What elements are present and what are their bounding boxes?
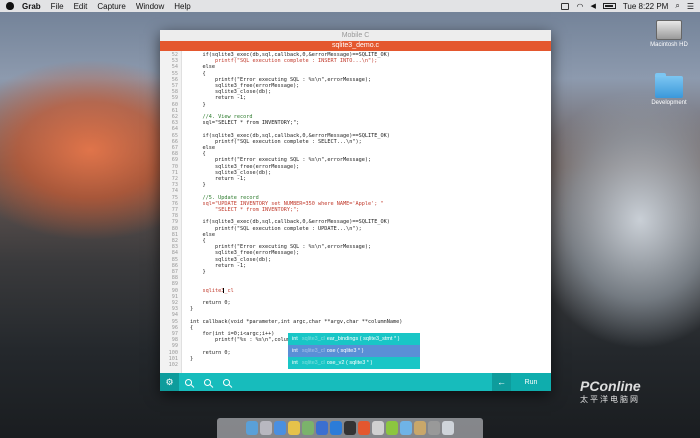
xcode-icon[interactable] (316, 421, 328, 435)
completion-text: ear_bindings ( sqlite3_stmt * ) (326, 336, 400, 342)
volume-icon[interactable]: ◀ (590, 2, 595, 10)
desktop-icon-label: Macintosh HD (650, 42, 688, 48)
settings-button[interactable]: ⚙ (160, 373, 179, 391)
zoom-out-button[interactable] (198, 373, 217, 391)
spotlight-icon[interactable]: ⌕ (675, 1, 679, 11)
menu-edit[interactable]: Edit (74, 2, 88, 11)
notes-app-icon[interactable] (414, 421, 426, 435)
wifi-icon[interactable]: ◠ (576, 2, 583, 11)
downloads-icon[interactable] (428, 421, 440, 435)
watermark-brand: PConline (580, 378, 641, 394)
trash-icon[interactable] (442, 421, 454, 435)
autocomplete-item[interactable]: int sqlite3_cl ose_v2 ( sqlite3 * ) (288, 357, 420, 369)
autocomplete-popup: int sqlite3_cl ear_bindings ( sqlite3_stmt… (288, 333, 420, 369)
return-type: int (292, 360, 298, 366)
desktop-icon-development[interactable]: Development (644, 73, 694, 106)
notification-center-icon[interactable]: ☰ (687, 2, 694, 11)
desktop-icon-hd[interactable]: Macintosh HD (644, 20, 694, 48)
zoom-in-button[interactable] (179, 373, 198, 391)
menu-window[interactable]: Window (136, 2, 164, 11)
vscode-icon[interactable] (330, 421, 342, 435)
line-number: 102 (168, 362, 178, 368)
apple-icon[interactable] (6, 2, 14, 10)
autocomplete-item[interactable]: int sqlite3_cl ear_bindings ( sqlite3_stmt… (288, 333, 420, 345)
search-icon (223, 378, 230, 386)
desktop-icon-label: Development (651, 100, 687, 106)
code-editor[interactable]: 52 if(sqlite3_exec(db,sql,callback,0,&er… (160, 51, 551, 373)
app-icon[interactable] (386, 421, 398, 435)
terminal-icon[interactable] (344, 421, 356, 435)
status-area: ◠ ◀ Tue 8:22 PM ⌕ ☰ (561, 1, 700, 11)
autocomplete-item[interactable]: int sqlite3_cl ose ( sqlite3 * ) (288, 345, 420, 357)
launchpad-icon[interactable] (260, 421, 272, 435)
zoom-out-icon (204, 378, 211, 386)
notes-icon[interactable] (288, 421, 300, 435)
mobile-c-icon[interactable] (358, 421, 370, 435)
clock[interactable]: Tue 8:22 PM (623, 2, 669, 11)
arrow-left-icon: ← (497, 377, 506, 387)
watermark-sub: 太平洋电脑网 (580, 395, 640, 404)
typed-prefix: sqlite3_cl (301, 360, 325, 366)
search-button[interactable] (217, 373, 236, 391)
menu-app-name[interactable]: Grab (22, 2, 41, 11)
folder-icon[interactable] (400, 421, 412, 435)
watermark: PConline 太平洋电脑网 (580, 378, 695, 405)
return-type: int (292, 336, 298, 342)
text-caret (223, 288, 224, 294)
menu-bar: Grab File Edit Capture Window Help ◠ ◀ T… (0, 0, 700, 12)
preview-icon[interactable] (372, 421, 384, 435)
back-button[interactable]: ← (492, 373, 511, 391)
safari-icon[interactable] (274, 421, 286, 435)
file-tab[interactable]: sqlite3_demo.c (160, 41, 551, 51)
screen-icon[interactable] (561, 2, 570, 10)
completion-text: ose ( sqlite3 * ) (326, 348, 364, 354)
return-type: int (292, 348, 298, 354)
dock (217, 418, 483, 438)
typed-prefix: sqlite3_cl (301, 336, 325, 342)
completion-text: ose_v2 ( sqlite3 * ) (326, 360, 373, 366)
menu-help[interactable]: Help (174, 2, 190, 11)
zoom-in-icon (185, 378, 192, 386)
gear-icon: ⚙ (165, 376, 174, 387)
battery-icon[interactable] (602, 3, 616, 9)
menu-capture[interactable]: Capture (97, 2, 125, 11)
folder-icon (655, 73, 683, 98)
android-icon[interactable] (302, 421, 314, 435)
menu-file[interactable]: File (51, 2, 64, 11)
run-button[interactable]: Run (511, 373, 551, 391)
hard-drive-icon (656, 20, 682, 40)
finder-icon[interactable] (246, 421, 258, 435)
window-title[interactable]: Mobile C (160, 30, 551, 41)
typed-prefix: sqlite3_cl (301, 348, 325, 354)
bottom-toolbar: ⚙ ← Run (160, 373, 551, 391)
